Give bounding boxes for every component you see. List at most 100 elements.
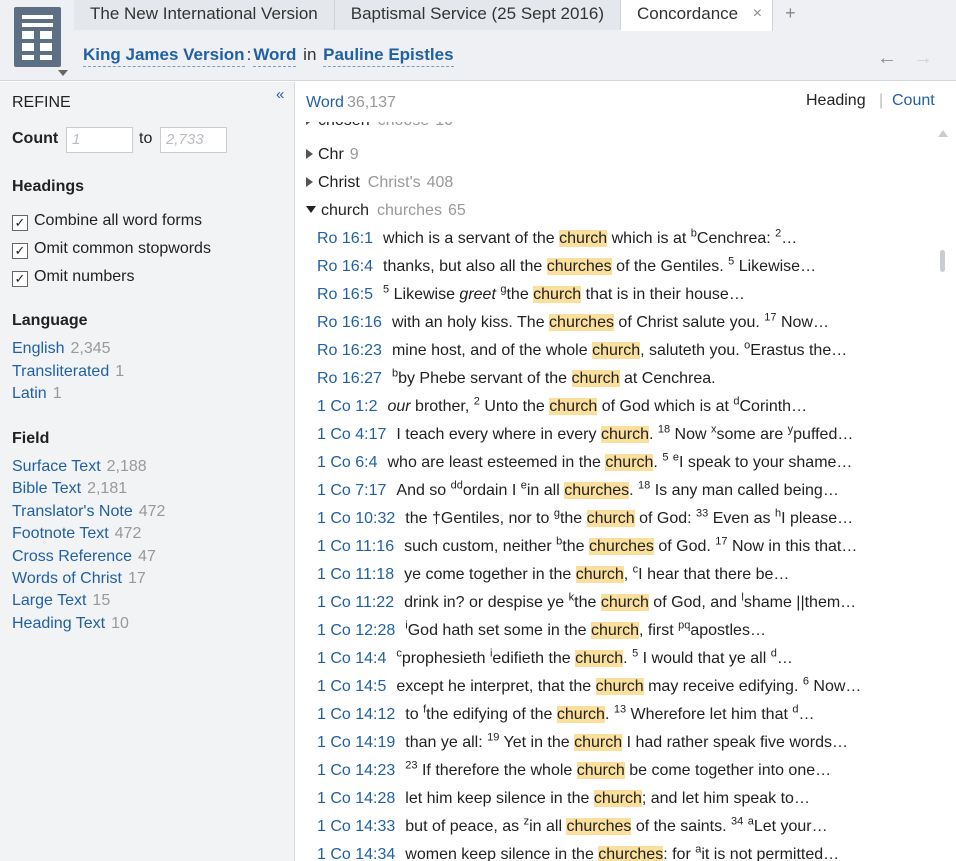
word-row-christ[interactable]: Christ Christ's 408	[306, 174, 453, 192]
text-segment: apostles…	[690, 622, 766, 639]
verse-row[interactable]: 1 Co 11:22 drink in? or despise ye kthe c…	[317, 592, 856, 612]
text-segment: the	[559, 510, 587, 527]
verse-row[interactable]: 1 Co 14:34 women keep silence in the chur…	[317, 844, 839, 861]
omit-numbers-checkbox[interactable]: ✓ Omit numbers	[12, 268, 134, 287]
text-segment: And so	[396, 482, 451, 499]
verse-reference-link[interactable]: 1 Co 14:33	[317, 818, 395, 835]
verse-reference-link[interactable]: 1 Co 11:22	[317, 594, 394, 611]
verse-row[interactable]: 1 Co 14:19 than ye all: 19 Yet in the chu…	[317, 732, 848, 752]
search-hit-highlight: church	[556, 706, 605, 723]
expand-arrow-icon[interactable]	[306, 122, 313, 125]
panel-menu-dropdown-icon[interactable]	[58, 70, 68, 76]
field-item[interactable]: Translator's Note 472	[12, 503, 165, 521]
count-max-input[interactable]: 2,733	[160, 127, 227, 153]
verse-row[interactable]: 1 Co 10:32 the †Gentiles, nor to gthe chu…	[317, 508, 853, 528]
verse-reference-link[interactable]: 1 Co 11:16	[317, 538, 394, 555]
field-item[interactable]: Cross Reference 47	[12, 548, 156, 566]
verse-row[interactable]: 1 Co 12:28 iGod hath set some in the chur…	[317, 620, 766, 640]
verse-reference-link[interactable]: 1 Co 1:2	[317, 398, 377, 415]
verse-reference-link[interactable]: Ro 16:1	[317, 230, 373, 247]
verse-row[interactable]: Ro 16:16 with an holy kiss. The churches …	[317, 312, 829, 332]
tab-concordance[interactable]: Concordance ×	[621, 0, 774, 31]
verse-reference-link[interactable]: Ro 16:16	[317, 314, 382, 331]
word-row-chr[interactable]: Chr 9	[306, 146, 359, 164]
heading-view-toggle[interactable]: Heading	[806, 92, 866, 110]
expand-arrow-icon[interactable]	[306, 177, 313, 187]
verse-reference-link[interactable]: 1 Co 10:32	[317, 510, 395, 527]
verse-reference-link[interactable]: Ro 16:23	[317, 342, 382, 359]
expand-arrow-icon[interactable]	[306, 149, 313, 159]
verse-row[interactable]: 1 Co 6:4 who are least esteemed in the ch…	[317, 452, 852, 472]
field-item[interactable]: Heading Text 10	[12, 615, 129, 633]
verse-reference-link[interactable]: 1 Co 6:4	[317, 454, 377, 471]
verse-row[interactable]: Ro 16:27 bby Phebe servant of the church …	[317, 368, 716, 388]
count-min-input[interactable]: 1	[66, 127, 133, 153]
verse-reference-link[interactable]: 1 Co 14:4	[317, 650, 386, 667]
verse-reference-link[interactable]: 1 Co 12:28	[317, 622, 395, 639]
forward-arrow-icon[interactable]: →	[913, 47, 933, 70]
verse-row[interactable]: Ro 16:4 thanks, but also all the churches…	[317, 256, 816, 276]
verse-reference-link[interactable]: 1 Co 7:17	[317, 482, 386, 499]
word-row-church[interactable]: church churches 65	[306, 202, 466, 220]
verse-row[interactable]: 1 Co 14:4 cprophesieth iedifieth the chur…	[317, 648, 793, 668]
verse-reference-link[interactable]: 1 Co 14:12	[317, 706, 395, 723]
verse-row[interactable]: 1 Co 7:17 And so ddordain I ein all churc…	[317, 480, 839, 500]
verse-reference-link[interactable]: 1 Co 11:18	[317, 566, 394, 583]
panel-menu-icon[interactable]	[14, 7, 61, 67]
verse-reference-link[interactable]: 1 Co 14:23	[317, 762, 395, 779]
language-item[interactable]: English 2,345	[12, 340, 111, 358]
verse-reference-link[interactable]: 1 Co 14:5	[317, 678, 386, 695]
collapse-arrow-icon[interactable]	[306, 206, 316, 213]
verse-row[interactable]: Ro 16:23 mine host, and of the whole chur…	[317, 340, 847, 360]
word-row-chosen[interactable]: chosen choose 10	[306, 122, 453, 130]
language-item[interactable]: Transliterated 1	[12, 363, 124, 381]
scope-selector[interactable]: Pauline Epistles	[323, 45, 454, 67]
tab-baptismal-service[interactable]: Baptismal Service (25 Sept 2016)	[334, 0, 621, 30]
text-segment: .	[604, 706, 614, 723]
verse-row[interactable]: 1 Co 4:17 I teach every where in every ch…	[317, 424, 853, 444]
back-arrow-icon[interactable]: ←	[877, 47, 897, 70]
verse-row[interactable]: Ro 16:1 which is a servant of the church …	[317, 228, 797, 248]
verse-reference-link[interactable]: Ro 16:4	[317, 258, 373, 275]
field-item[interactable]: Footnote Text 472	[12, 525, 141, 543]
verse-row[interactable]: 1 Co 11:16 such custom, neither bthe chur…	[317, 536, 857, 556]
verse-row[interactable]: 1 Co 14:33 but of peace, as zin all churc…	[317, 816, 828, 836]
verse-reference-link[interactable]: Ro 16:27	[317, 370, 382, 387]
verse-row[interactable]: 1 Co 14:5 except he interpret, that the c…	[317, 676, 861, 696]
omit-stopwords-checkbox[interactable]: ✓ Omit common stopwords	[12, 240, 211, 259]
add-tab-icon[interactable]: +	[773, 0, 808, 31]
view-separator: |	[879, 92, 884, 109]
breadcrumb: King James Version: Word in Pauline Epist…	[83, 45, 454, 67]
verse-reference-link[interactable]: 1 Co 14:34	[317, 846, 395, 861]
tab-niv[interactable]: The New International Version	[74, 0, 335, 30]
verse-reference-link[interactable]: 1 Co 14:19	[317, 734, 395, 751]
text-segment: Wherefore let him that	[626, 706, 793, 723]
verse-row[interactable]: 1 Co 14:28 let him keep silence in the ch…	[317, 790, 810, 808]
verse-reference-link[interactable]: 1 Co 14:28	[317, 790, 395, 807]
verse-reference-link[interactable]: 1 Co 4:17	[317, 426, 386, 443]
field-selector[interactable]: Word	[253, 45, 297, 67]
field-item[interactable]: Bible Text 2,181	[12, 480, 127, 498]
scrollbar-thumb[interactable]	[940, 250, 945, 272]
version-selector[interactable]: King James Version	[83, 45, 245, 67]
combine-word-forms-checkbox[interactable]: ✓ Combine all word forms	[12, 212, 202, 231]
close-icon[interactable]: ×	[753, 0, 762, 28]
verse-row[interactable]: 1 Co 11:18 ye come together in the church…	[317, 564, 789, 584]
facet-count: 10	[111, 615, 129, 632]
text-segment: at Cenchrea.	[619, 370, 716, 387]
verse-reference-link[interactable]: Ro 16:5	[317, 286, 373, 303]
verse-text: drink in? or despise ye kthe church of G…	[404, 592, 856, 611]
verse-row[interactable]: 1 Co 1:2 our brother, 2 Unto the church o…	[317, 396, 807, 416]
collapse-sidebar-icon[interactable]: «	[276, 86, 284, 103]
language-item[interactable]: Latin 1	[12, 385, 62, 403]
verse-row[interactable]: 1 Co 14:23 23 If therefore the whole chur…	[317, 760, 831, 780]
field-item[interactable]: Words of Christ 17	[12, 570, 146, 588]
count-view-toggle[interactable]: Count	[892, 92, 935, 110]
field-item[interactable]: Surface Text 2,188	[12, 458, 147, 476]
field-item[interactable]: Large Text 15	[12, 592, 110, 610]
verse-text: such custom, neither bthe churches of Go…	[404, 536, 857, 555]
text-segment: of the saints.	[631, 818, 731, 835]
verse-row[interactable]: Ro 16:5 5 Likewise greet gthe church that…	[317, 284, 745, 304]
scroll-up-icon[interactable]	[938, 130, 948, 137]
verse-row[interactable]: 1 Co 14:12 to fthe edifying of the church…	[317, 704, 815, 724]
